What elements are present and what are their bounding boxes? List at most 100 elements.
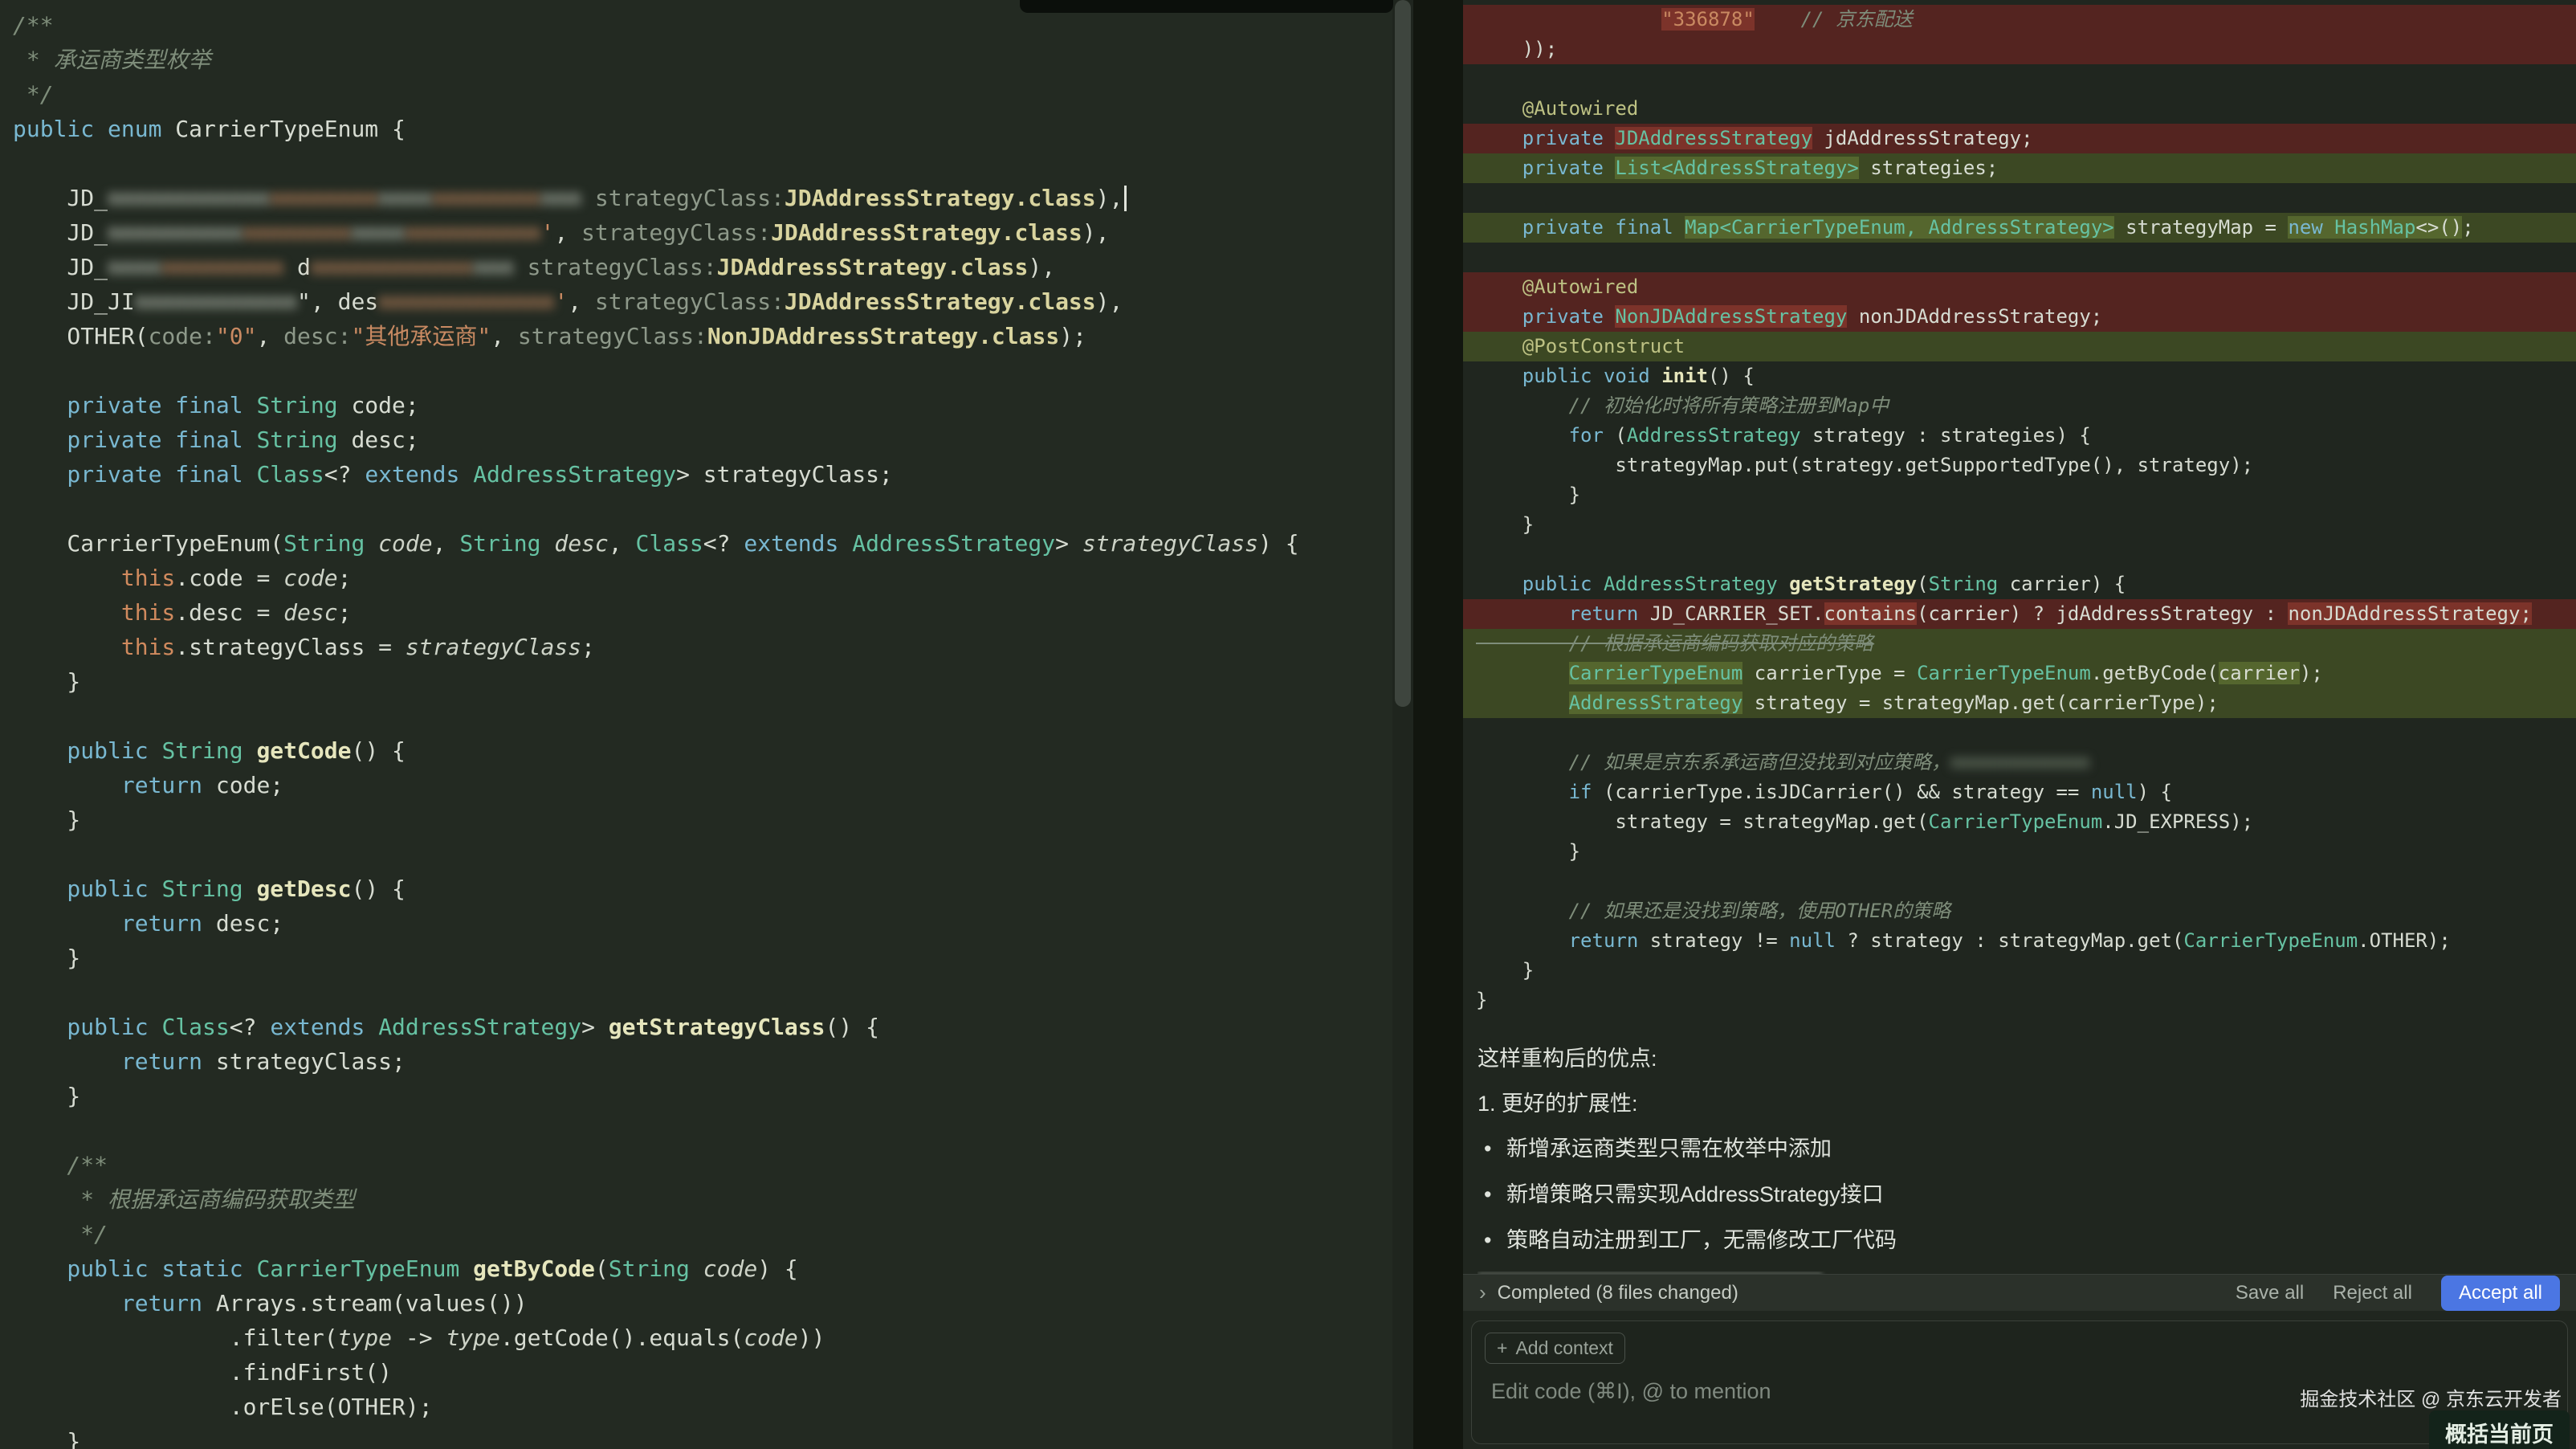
code-line: /** xyxy=(13,1152,108,1178)
code-line: } xyxy=(1476,513,1535,536)
plus-icon: + xyxy=(1497,1337,1508,1358)
code-line: this.desc = desc; xyxy=(13,599,352,626)
code-line: * 根据承运商编码获取类型 xyxy=(13,1186,356,1213)
summary-bullet: 新增策略只需实现AddressStrategy接口 xyxy=(1478,1172,2557,1218)
code-line: CarrierTypeEnum(String code, String desc… xyxy=(13,530,1299,557)
code-line: JD_JImmmmmmmmmmmm", desmmmmmmmmmmmmm', s… xyxy=(13,288,1123,315)
code-line: private final String code; xyxy=(13,392,419,418)
code-line: JD_mmmmmmmmmmmmmmmmmmmmmmmmmmmmmmmm', st… xyxy=(13,219,1110,246)
summary-bullet: 策略自动注册到工厂，无需修改工厂代码 xyxy=(1478,1218,2557,1263)
summary-bullets: 新增承运商类型只需在枚举中添加新增策略只需实现AddressStrategy接口… xyxy=(1478,1126,2557,1263)
reject-all-button[interactable]: Reject all xyxy=(2333,1282,2412,1304)
scrollbar-thumb[interactable] xyxy=(1395,0,1411,707)
code-line: return Arrays.stream(values()) xyxy=(13,1290,528,1316)
left-editor-code[interactable]: /** * 承运商类型枚举 */ public enum CarrierTypeE… xyxy=(0,0,1413,1449)
code-line: strategyMap.put(strategy.getSupportedTyp… xyxy=(1476,454,2254,476)
summary-heading: 这样重构后的优点: xyxy=(1478,1047,1657,1071)
code-line: )); xyxy=(1463,35,2576,64)
accept-all-button[interactable]: Accept all xyxy=(2440,1275,2560,1311)
code-line: // 根据承运商编码获取对应的策略 xyxy=(1463,629,2576,659)
code-line: "336878" // 京东配送 xyxy=(1463,5,2576,35)
code-line: private final Map<CarrierTypeEnum, Addre… xyxy=(1463,213,2576,243)
code-line: .orElse(OTHER); xyxy=(13,1394,433,1420)
code-line: AddressStrategy strategy = strategyMap.g… xyxy=(1463,688,2576,718)
code-line: .findFirst() xyxy=(13,1359,393,1386)
chat-input-box[interactable]: + Add context Edit code (⌘I), @ to menti… xyxy=(1471,1320,2568,1444)
code-line: public Class<? extends AddressStrategy> … xyxy=(13,1014,879,1040)
code-line: JD_mmmmmmmmmmmmm dmmmmmmmmmmmmmmm strate… xyxy=(13,254,1056,280)
diff-status-text: Completed (8 files changed) xyxy=(1497,1281,1738,1304)
code-line: return desc; xyxy=(13,910,284,937)
code-line: private List<AddressStrategy> strategies… xyxy=(1463,153,2576,183)
code-line: } xyxy=(1476,989,1488,1011)
diff-actions: Save all Reject all Accept all xyxy=(2236,1275,2560,1311)
code-line: return code; xyxy=(13,772,284,798)
save-all-button[interactable]: Save all xyxy=(2236,1282,2304,1304)
summary-item-1: 1. 更好的扩展性: xyxy=(1478,1092,1638,1116)
code-line: @Autowired xyxy=(1463,272,2576,302)
code-line: return strategy != null ? strategy : str… xyxy=(1476,929,2451,952)
code-line: private final String desc; xyxy=(13,427,419,453)
code-line: public String getDesc() { xyxy=(13,876,406,902)
code-line: } xyxy=(13,806,81,833)
code-line: } xyxy=(13,668,81,695)
code-line: } xyxy=(1476,484,1581,506)
code-line: private NonJDAddressStrategy nonJDAddres… xyxy=(1463,302,2576,332)
code-line: } xyxy=(1476,959,1535,982)
code-line: CarrierTypeEnum carrierType = CarrierTyp… xyxy=(1463,659,2576,688)
code-line: JD_mmmmmmmmmmmmmmmmmmmmmmmmmmmmmmmmmmm s… xyxy=(0,181,1413,215)
code-line: return strategyClass; xyxy=(13,1048,406,1075)
code-line: this.code = code; xyxy=(13,565,352,591)
code-line: */ xyxy=(13,81,54,108)
code-line: return JD_CARRIER_SET.contains(carrier) … xyxy=(1463,599,2576,629)
code-line: */ xyxy=(13,1221,108,1247)
code-line: this.strategyClass = strategyClass; xyxy=(13,634,595,660)
summarize-page-badge[interactable]: 概括当前页 xyxy=(2429,1410,2570,1449)
code-line: } xyxy=(13,1083,81,1109)
code-line: * 承运商类型枚举 xyxy=(13,47,211,73)
watermark: 掘金技术社区 @ 京东云开发者 xyxy=(2300,1389,2562,1410)
code-line: } xyxy=(1476,840,1581,863)
code-line: public static CarrierTypeEnum getByCode(… xyxy=(13,1255,798,1282)
diff-status-bar: › Completed (8 files changed) Save all R… xyxy=(1463,1274,2576,1311)
left-editor[interactable]: /** * 承运商类型枚举 */ public enum CarrierTypeE… xyxy=(0,0,1413,1449)
code-line: @PostConstruct xyxy=(1463,332,2576,361)
add-context-button[interactable]: + Add context xyxy=(1485,1333,1625,1364)
code-line: /** xyxy=(13,12,54,39)
code-line: for (AddressStrategy strategy : strategi… xyxy=(1476,424,2091,447)
code-line: @Autowired xyxy=(1522,97,1639,120)
left-editor-scrollbar[interactable] xyxy=(1392,0,1413,1449)
right-diff-code[interactable]: "336878" // 京东配送 )); @Autowired private … xyxy=(1463,0,2576,1015)
code-line: // 如果还是没找到策略，使用OTHER的策略 xyxy=(1476,900,1951,922)
code-line: // 如果是京东系承运商但没找到对应策略，mmmmmmmmmmmm xyxy=(1476,751,2090,773)
chat-input-placeholder[interactable]: Edit code (⌘I), @ to mention xyxy=(1491,1379,1771,1404)
code-line: public String getCode() { xyxy=(13,737,406,764)
code-line: if (carrierType.isJDCarrier() && strateg… xyxy=(1476,781,2172,803)
code-line: } xyxy=(13,1428,81,1449)
code-line: strategy = strategyMap.get(CarrierTypeEn… xyxy=(1476,810,2254,833)
code-line: private final Class<? extends AddressStr… xyxy=(13,461,893,488)
code-line: // 初始化时将所有策略注册到Map中 xyxy=(1476,394,1889,417)
code-line: public void init() { xyxy=(1476,365,1755,387)
code-line: } xyxy=(13,945,81,971)
summary-bullet: 新增承运商类型只需在枚举中添加 xyxy=(1478,1126,2557,1172)
chevron-right-icon[interactable]: › xyxy=(1479,1280,1486,1305)
code-line: public AddressStrategy getStrategy(Strin… xyxy=(1476,573,2126,595)
code-line: private JDAddressStrategy jdAddressStrat… xyxy=(1463,124,2576,153)
top-overlay-strip xyxy=(1020,0,1393,13)
text-cursor xyxy=(1124,186,1127,211)
add-context-label: Add context xyxy=(1515,1337,1613,1358)
code-line: OTHER(code:"0", desc:"其他承运商", strategyCl… xyxy=(13,323,1086,349)
